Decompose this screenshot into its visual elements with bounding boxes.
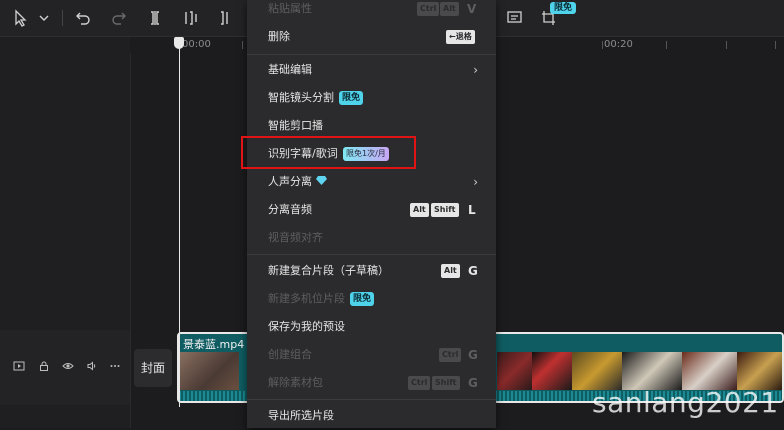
ruler-tick <box>666 41 667 49</box>
ruler-mark-label: 00:20 <box>604 39 633 50</box>
toolbar-divider <box>62 10 63 26</box>
key-backspace: ←退格 <box>446 30 475 44</box>
key-letter: G <box>468 264 478 278</box>
menu-divider <box>247 254 496 255</box>
menu-item-export-selected[interactable]: 导出所选片段 <box>247 402 496 430</box>
menu-item-av-align[interactable]: 视音频对齐 <box>247 224 496 252</box>
volume-icon[interactable] <box>85 360 99 374</box>
trim-right-icon[interactable] <box>218 9 232 27</box>
clip-thumbnail <box>572 352 622 390</box>
key-alt: Alt <box>441 264 460 278</box>
free-badge: 限免 <box>339 91 364 105</box>
more-options-icon[interactable] <box>108 360 122 374</box>
track-header <box>0 330 130 405</box>
free-badge: 限免 <box>550 2 577 14</box>
free-badge: 限免 <box>350 292 375 306</box>
ruler-tick <box>726 41 727 49</box>
diamond-icon <box>316 175 328 189</box>
key-alt: Alt <box>440 2 459 16</box>
watermark: sanlang2021 <box>592 386 779 419</box>
lock-icon[interactable] <box>37 360 51 374</box>
caption-icon[interactable] <box>506 9 524 27</box>
key-ctrl: Ctrl <box>408 376 431 390</box>
key-letter: G <box>468 376 478 390</box>
playhead[interactable] <box>179 37 180 407</box>
context-menu: 粘贴属性 Ctrl Alt V 删除 ←退格 基础编辑 › 智能镜头分割 限免 … <box>247 0 496 428</box>
key-ctrl: Ctrl <box>439 348 462 362</box>
menu-item-split-audio[interactable]: 分离音频 Alt Shift L <box>247 196 496 224</box>
key-alt: Alt <box>410 203 429 217</box>
menu-item-new-compound-clip[interactable]: 新建复合片段（子草稿） Alt G <box>247 257 496 285</box>
menu-item-smart-split[interactable]: 智能镜头分割 限免 <box>247 84 496 112</box>
chevron-down-icon[interactable] <box>38 9 50 27</box>
menu-item-voice-separation[interactable]: 人声分离 › <box>247 168 496 196</box>
ruler-start-label: 00:00 <box>182 39 211 50</box>
ruler-tick <box>775 41 776 49</box>
cursor-select-icon[interactable] <box>12 9 30 27</box>
trim-left-icon[interactable] <box>182 9 200 27</box>
highlight-box <box>241 136 416 169</box>
menu-divider <box>247 399 496 400</box>
split-icon[interactable] <box>146 9 164 27</box>
clip-thumbnail <box>737 352 782 390</box>
chevron-right-icon: › <box>473 63 478 77</box>
menu-item-basic-edit[interactable]: 基础编辑 › <box>247 56 496 84</box>
ruler-tick <box>242 41 243 49</box>
menu-item-save-preset[interactable]: 保存为我的预设 <box>247 313 496 341</box>
cover-button[interactable]: 封面 <box>134 349 172 387</box>
clip-thumbnail <box>622 352 682 390</box>
eye-icon[interactable] <box>61 360 75 374</box>
clip-name: 景泰蓝.mp4 <box>183 338 245 351</box>
ruler-tick <box>602 41 603 49</box>
menu-item-ungroup[interactable]: 解除素材包 Ctrl Shift G <box>247 369 496 397</box>
menu-divider <box>247 54 496 55</box>
key-letter: G <box>468 348 478 362</box>
menu-item-create-group[interactable]: 创建组合 Ctrl G <box>247 341 496 369</box>
clip-thumbnail <box>682 352 737 390</box>
menu-item-paste-attributes[interactable]: 粘贴属性 Ctrl Alt V <box>247 0 496 23</box>
redo-icon[interactable] <box>110 9 128 27</box>
clip-thumbnail <box>497 352 532 390</box>
playhead-handle[interactable] <box>174 37 184 49</box>
key-shift: Shift <box>431 203 459 217</box>
clip-thumbnail <box>532 352 572 390</box>
menu-item-delete[interactable]: 删除 ←退格 <box>247 23 496 51</box>
clip-thumbnail <box>179 352 239 390</box>
key-letter: L <box>468 203 476 217</box>
key-shift: Shift <box>432 376 460 390</box>
menu-item-new-multicam-clip[interactable]: 新建多机位片段 限免 <box>247 285 496 313</box>
undo-icon[interactable] <box>74 9 92 27</box>
video-track-icon[interactable] <box>12 360 26 374</box>
key-ctrl: Ctrl <box>417 2 440 16</box>
key-letter: V <box>467 2 477 16</box>
chevron-right-icon: › <box>473 175 478 189</box>
